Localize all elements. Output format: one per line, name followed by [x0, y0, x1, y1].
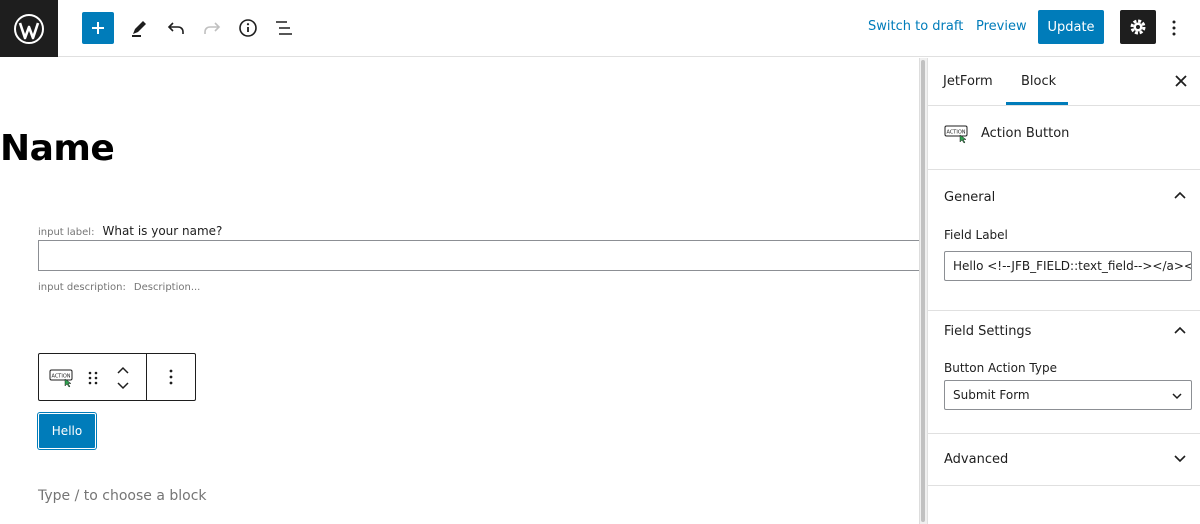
block-toolbar: ACTION [38, 353, 196, 401]
editor-header: Switch to draft Preview Update [0, 0, 1200, 57]
panel-general: General Field Label Hello <!--JFB_FIELD:… [928, 171, 1200, 311]
sidebar-tabs: JetForm Block [928, 58, 1200, 106]
panel-advanced: Advanced [928, 434, 1200, 486]
action-button-block[interactable]: Hello [38, 413, 96, 449]
chevron-down-icon [1172, 393, 1182, 400]
action-button-block-icon: ACTION [944, 125, 968, 144]
input-label-meta: input label: [38, 227, 95, 238]
redo-icon [204, 22, 221, 34]
chevron-up-icon [117, 366, 129, 374]
action-button-block-icon: ACTION [49, 369, 73, 388]
block-toolbar-main-group: ACTION [39, 354, 147, 400]
block-type-switcher[interactable]: ACTION [49, 368, 75, 388]
name-text-field[interactable] [38, 240, 919, 271]
add-block-button[interactable] [82, 12, 114, 44]
settings-sidebar: JetForm Block ACTION Action Button Gener… [927, 58, 1200, 524]
active-tab-indicator [1006, 102, 1068, 105]
input-description-text[interactable]: Description... [134, 282, 201, 293]
drag-handle-icon [88, 371, 98, 385]
panel-field-settings-chevron[interactable] [1170, 320, 1190, 340]
block-card-icon: ACTION [944, 124, 970, 144]
chevron-up-icon [1174, 326, 1186, 334]
tab-block[interactable]: Block [1021, 74, 1056, 89]
tools-button[interactable] [123, 12, 155, 44]
chevron-down-icon [117, 382, 129, 390]
post-title[interactable]: Name [0, 128, 115, 169]
move-up-button[interactable] [115, 362, 131, 376]
action-icon-text: ACTION [51, 374, 70, 380]
scrollbar-thumb[interactable] [921, 60, 925, 522]
panel-field-settings: Field Settings Button Action Type Submit… [928, 311, 1200, 434]
chevron-down-icon [1174, 455, 1186, 463]
wordpress-logo-button[interactable] [0, 0, 58, 57]
settings-button[interactable] [1120, 10, 1156, 44]
description-row: input description: Description... [38, 282, 200, 293]
button-action-type-label: Button Action Type [944, 361, 1057, 375]
panel-advanced-toggle[interactable]: Advanced [944, 452, 1008, 467]
more-options-button[interactable] [1164, 14, 1184, 42]
block-options-button[interactable] [147, 354, 195, 400]
close-icon [1175, 75, 1187, 87]
wordpress-icon [14, 13, 44, 44]
details-button[interactable] [232, 12, 264, 44]
more-vertical-icon [1172, 20, 1176, 36]
block-appender-placeholder[interactable]: Type / to choose a block [38, 488, 207, 504]
button-action-type-value: Submit Form [953, 388, 1030, 402]
panel-advanced-chevron[interactable] [1170, 449, 1190, 469]
action-icon-text: ACTION [946, 130, 965, 136]
panel-general-toggle[interactable]: General [944, 190, 995, 205]
move-down-button[interactable] [115, 378, 131, 392]
pencil-icon [132, 21, 146, 37]
tab-jetform[interactable]: JetForm [943, 74, 993, 89]
plus-icon [92, 22, 104, 34]
list-view-button[interactable] [268, 12, 300, 44]
switch-to-draft-button[interactable]: Switch to draft [868, 19, 963, 34]
editor-canvas: Name input label: What is your name? inp… [0, 58, 919, 524]
input-label-text[interactable]: What is your name? [102, 224, 222, 238]
close-sidebar-button[interactable] [1172, 72, 1190, 90]
chevron-up-icon [1174, 191, 1186, 199]
gear-icon [1130, 19, 1146, 35]
undo-button[interactable] [160, 12, 192, 44]
panel-general-chevron[interactable] [1170, 185, 1190, 205]
input-description-meta: input description: [38, 282, 126, 293]
block-card: ACTION Action Button [928, 106, 1200, 170]
more-vertical-icon [169, 369, 173, 385]
list-view-icon [276, 21, 292, 35]
drag-handle[interactable] [87, 370, 99, 386]
preview-button[interactable]: Preview [976, 19, 1027, 34]
field-label-row: input label: What is your name? [38, 224, 222, 238]
redo-button[interactable] [196, 12, 228, 44]
canvas-scrollbar[interactable] [919, 58, 927, 524]
field-label-label: Field Label [944, 228, 1008, 242]
field-label-input[interactable]: Hello <!--JFB_FIELD::text_field--></a></… [944, 251, 1192, 281]
undo-icon [167, 22, 184, 34]
button-action-type-select[interactable]: Submit Form [944, 380, 1192, 410]
update-button[interactable]: Update [1038, 10, 1104, 44]
panel-field-settings-toggle[interactable]: Field Settings [944, 324, 1031, 339]
block-card-title: Action Button [981, 126, 1070, 141]
info-icon [239, 19, 257, 37]
